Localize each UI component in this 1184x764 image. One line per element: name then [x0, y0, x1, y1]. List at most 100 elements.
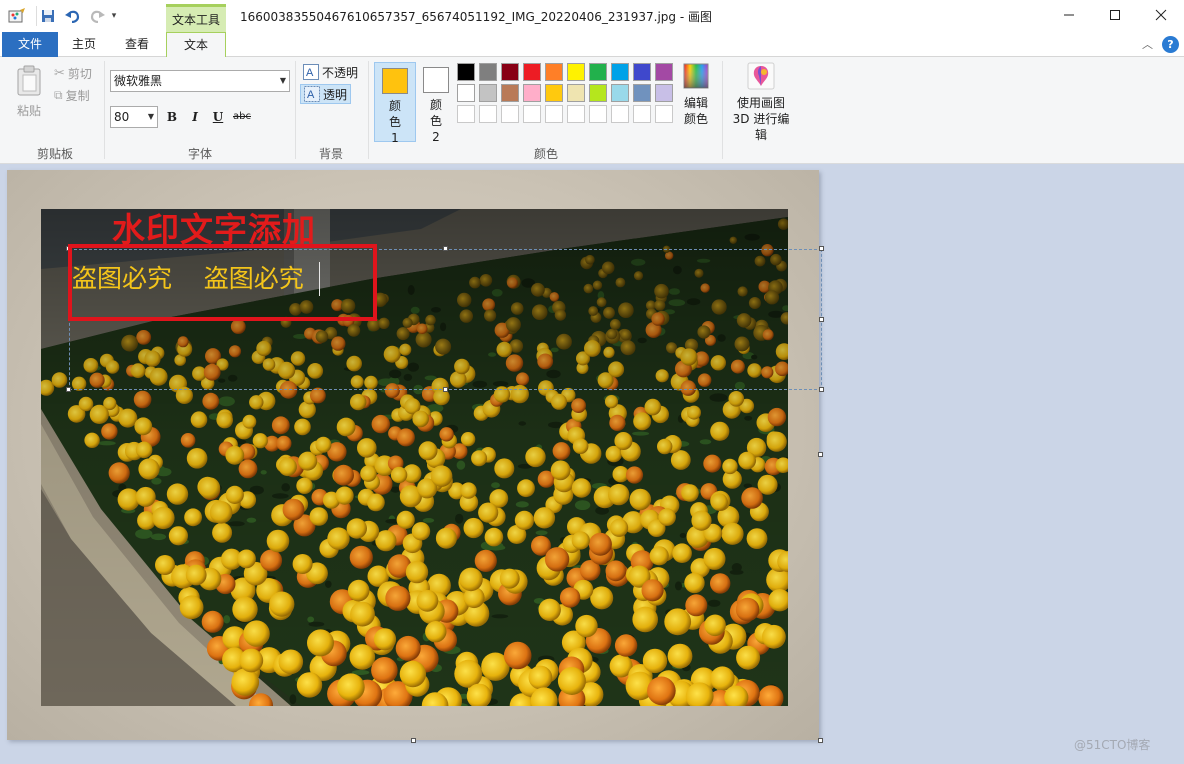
- collapse-ribbon-icon[interactable]: ︿: [1142, 36, 1153, 52]
- palette-swatch[interactable]: [567, 84, 585, 102]
- color1-label: 颜色 1: [388, 99, 401, 145]
- cut-label: 剪切: [67, 67, 92, 81]
- canvas-resize-handle[interactable]: [818, 738, 823, 743]
- annotation-red-box: [68, 244, 377, 321]
- palette-swatch[interactable]: [611, 84, 629, 102]
- svg-text:A: A: [307, 89, 315, 101]
- font-size-value: 80: [114, 110, 130, 124]
- palette-swatch[interactable]: [523, 63, 541, 81]
- palette-swatch[interactable]: [655, 63, 673, 81]
- textbox-resize-handle[interactable]: [819, 317, 824, 322]
- redo-icon[interactable]: [86, 6, 108, 26]
- bold-button[interactable]: B: [163, 108, 181, 126]
- paint3d-button[interactable]: 使用画图 3D 进行编辑: [728, 62, 794, 143]
- palette-swatch[interactable]: [479, 84, 497, 102]
- palette-swatch[interactable]: [655, 84, 673, 102]
- paste-button[interactable]: 粘贴: [12, 65, 46, 119]
- chevron-down-icon: ▼: [279, 76, 286, 85]
- undo-icon[interactable]: [62, 6, 84, 26]
- palette-swatch[interactable]: [589, 84, 607, 102]
- color2-label: 颜色 2: [429, 98, 442, 144]
- copy-button[interactable]: ⧉ 复制: [54, 87, 90, 104]
- italic-button[interactable]: I: [186, 108, 204, 126]
- close-button[interactable]: [1138, 0, 1184, 30]
- palette-swatch[interactable]: [545, 84, 563, 102]
- palette-swatch[interactable]: [545, 63, 563, 81]
- palette-swatch[interactable]: [457, 84, 475, 102]
- window-title: 16600383550467610657357_65674051192_IMG_…: [240, 10, 713, 24]
- tab-home[interactable]: 主页: [58, 32, 110, 57]
- paint-app-icon[interactable]: [6, 6, 28, 26]
- color2-swatch: [423, 67, 449, 93]
- transparent-label: 透明: [323, 87, 348, 102]
- cut-button[interactable]: ✂ 剪切: [54, 65, 92, 82]
- paste-icon: [17, 65, 41, 96]
- annotation-title: 水印文字添加: [112, 210, 316, 249]
- tab-file[interactable]: 文件: [2, 32, 58, 57]
- palette-swatch[interactable]: [567, 105, 585, 123]
- copy-icon: ⧉: [54, 88, 63, 102]
- opaque-background-icon: A: [303, 64, 319, 80]
- palette-swatch[interactable]: [523, 105, 541, 123]
- opaque-option[interactable]: A 不透明: [300, 62, 361, 82]
- palette-swatch[interactable]: [611, 63, 629, 81]
- palette-swatch[interactable]: [655, 105, 673, 123]
- group-divider: [295, 61, 296, 159]
- font-family-value: 微软雅黑: [114, 74, 163, 88]
- palette-swatch[interactable]: [501, 105, 519, 123]
- edit-colors-label: 编辑颜色: [683, 96, 708, 126]
- transparent-option[interactable]: A 透明: [300, 84, 352, 104]
- palette-swatch[interactable]: [501, 84, 519, 102]
- customize-toolbar-icon[interactable]: ▾: [108, 6, 120, 26]
- ribbon: 粘贴 ✂ 剪切 ⧉ 复制 剪贴板 微软雅黑 ▼ 80 ▼ B I U abc 字…: [0, 57, 1184, 164]
- font-group-label: 字体: [187, 147, 212, 161]
- minimize-button[interactable]: [1046, 0, 1092, 30]
- textbox-resize-handle[interactable]: [443, 246, 448, 251]
- text-tools-context-tab: 文本工具: [166, 4, 226, 32]
- save-icon[interactable]: [36, 6, 58, 26]
- svg-text:A: A: [306, 67, 314, 79]
- strikethrough-button[interactable]: abc: [231, 108, 253, 126]
- tab-text[interactable]: 文本: [166, 32, 226, 58]
- site-watermark: @51CTO博客: [1074, 738, 1151, 752]
- palette-swatch[interactable]: [611, 105, 629, 123]
- palette-swatch[interactable]: [589, 63, 607, 81]
- palette-swatch[interactable]: [633, 105, 651, 123]
- color1-button[interactable]: 颜色 1: [374, 62, 416, 145]
- help-icon[interactable]: ?: [1162, 36, 1179, 53]
- paint3d-label: 使用画图 3D 进行编辑: [732, 96, 790, 142]
- edit-colors-icon: [683, 63, 709, 89]
- group-divider: [104, 61, 105, 159]
- palette-swatch[interactable]: [633, 63, 651, 81]
- textbox-resize-handle[interactable]: [819, 246, 824, 251]
- palette-swatch[interactable]: [545, 105, 563, 123]
- palette-swatch[interactable]: [457, 105, 475, 123]
- palette-swatch[interactable]: [633, 84, 651, 102]
- palette-swatch[interactable]: [589, 105, 607, 123]
- chevron-down-icon: ▼: [147, 112, 154, 121]
- tab-view[interactable]: 查看: [110, 32, 164, 57]
- transparent-background-icon: A: [304, 86, 320, 102]
- palette-swatch[interactable]: [479, 105, 497, 123]
- copy-label: 复制: [65, 89, 90, 103]
- palette-swatch[interactable]: [523, 84, 541, 102]
- color1-swatch: [382, 68, 408, 94]
- color2-button[interactable]: 颜色 2: [415, 62, 457, 144]
- edit-colors-button[interactable]: 编辑颜色: [679, 62, 713, 127]
- font-family-select[interactable]: 微软雅黑 ▼: [110, 70, 290, 92]
- palette-swatch[interactable]: [457, 63, 475, 81]
- canvas-resize-handle[interactable]: [411, 738, 416, 743]
- ribbon-tabs: 文件 主页 查看 文本: [0, 32, 1184, 58]
- palette-swatch[interactable]: [479, 63, 497, 81]
- textbox-resize-handle[interactable]: [819, 387, 824, 392]
- palette-swatch[interactable]: [501, 63, 519, 81]
- maximize-button[interactable]: [1092, 0, 1138, 30]
- background-group-label: 背景: [318, 147, 343, 161]
- font-size-select[interactable]: 80 ▼: [110, 106, 158, 128]
- title-bar: ▾ 文本工具 16600383550467610657357_656740511…: [0, 0, 1184, 32]
- textbox-resize-handle[interactable]: [443, 387, 448, 392]
- canvas-resize-handle[interactable]: [818, 452, 823, 457]
- underline-button[interactable]: U: [209, 108, 227, 126]
- textbox-resize-handle[interactable]: [66, 387, 71, 392]
- palette-swatch[interactable]: [567, 63, 585, 81]
